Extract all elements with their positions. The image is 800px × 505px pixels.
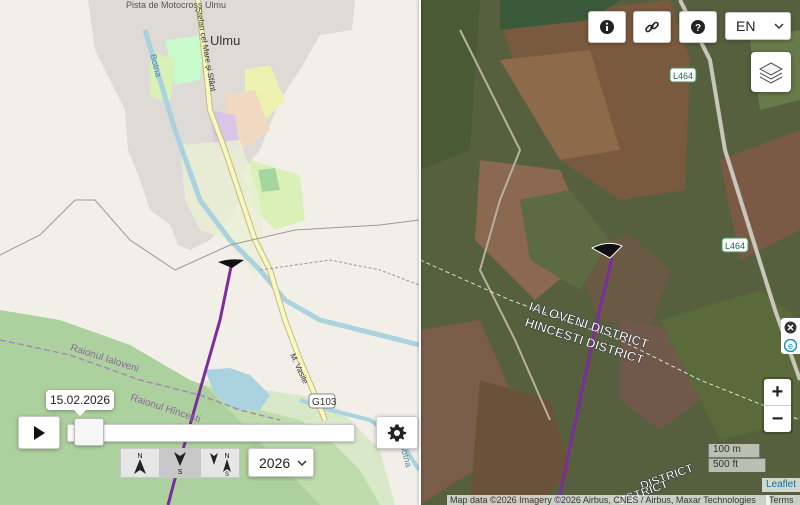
edit-circle-icon[interactable]: e [784, 338, 797, 352]
direction-south-button[interactable]: S [160, 448, 200, 478]
svg-text:S: S [225, 472, 229, 476]
svg-text:N: N [137, 453, 142, 460]
town-label: Ulmu [210, 33, 240, 48]
close-circle-icon[interactable] [784, 321, 797, 334]
svg-text:S: S [178, 469, 183, 476]
scale-imperial: 500 ft [708, 458, 766, 472]
svg-text:e: e [788, 341, 793, 351]
play-icon [32, 425, 46, 441]
info-icon [599, 19, 615, 35]
info-button[interactable] [588, 11, 626, 43]
motocross-label-line: Pista de Motocross Ulmu [126, 0, 226, 10]
right-map[interactable]: L464 L464 IALOVENI DISTRICT HINCEȘTI DIS… [420, 0, 800, 505]
north-south-arrow-icon: N S [210, 453, 231, 476]
north-arrow-icon: N [134, 453, 146, 474]
zoom-in-button[interactable]: + [764, 379, 791, 406]
date-tooltip: 15.02.2026 [46, 390, 114, 416]
layers-icon [758, 59, 784, 85]
direction-toggle-group: N S N S [120, 448, 242, 478]
share-link-button[interactable] [633, 11, 671, 43]
language-value: EN [736, 18, 756, 34]
south-arrow-icon: S [174, 452, 186, 476]
svg-text:N: N [224, 453, 229, 460]
language-select[interactable]: EN [725, 12, 791, 40]
settings-button[interactable] [376, 416, 418, 449]
road-badge-l464-mid: L464 [725, 241, 745, 251]
road-badge-l464-top: L464 [673, 71, 693, 81]
gear-icon [387, 423, 407, 443]
help-button[interactable]: ? [679, 11, 717, 43]
map-attribution: Map data ©2026 Imagery ©2026 Airbus, CNE… [447, 495, 770, 505]
play-button[interactable] [18, 416, 60, 449]
side-tools: e [781, 318, 800, 354]
timeline-slider[interactable] [67, 424, 355, 442]
link-icon [644, 19, 660, 35]
direction-north-button[interactable]: N [120, 448, 160, 478]
help-icon: ? [690, 19, 706, 35]
terms-link[interactable]: Terms [766, 495, 800, 505]
leaflet-link[interactable]: Leaflet [762, 478, 800, 492]
year-value: 2026 [259, 454, 291, 471]
scale-metric: 100 m [708, 444, 760, 458]
motocross-label: Pista de Motocross Ulmu [126, 0, 226, 10]
chevron-down-icon [297, 459, 307, 467]
direction-north-south-button[interactable]: N S [200, 448, 240, 478]
chevron-down-icon [774, 22, 784, 30]
split-divider[interactable] [419, 0, 421, 505]
layers-button[interactable] [751, 52, 791, 92]
timeline-slider-thumb[interactable] [73, 418, 104, 446]
year-select[interactable]: 2026 [248, 448, 314, 477]
svg-text:?: ? [695, 23, 701, 34]
zoom-out-button[interactable]: − [764, 406, 791, 432]
road-badge-g103: G103 [312, 397, 337, 408]
